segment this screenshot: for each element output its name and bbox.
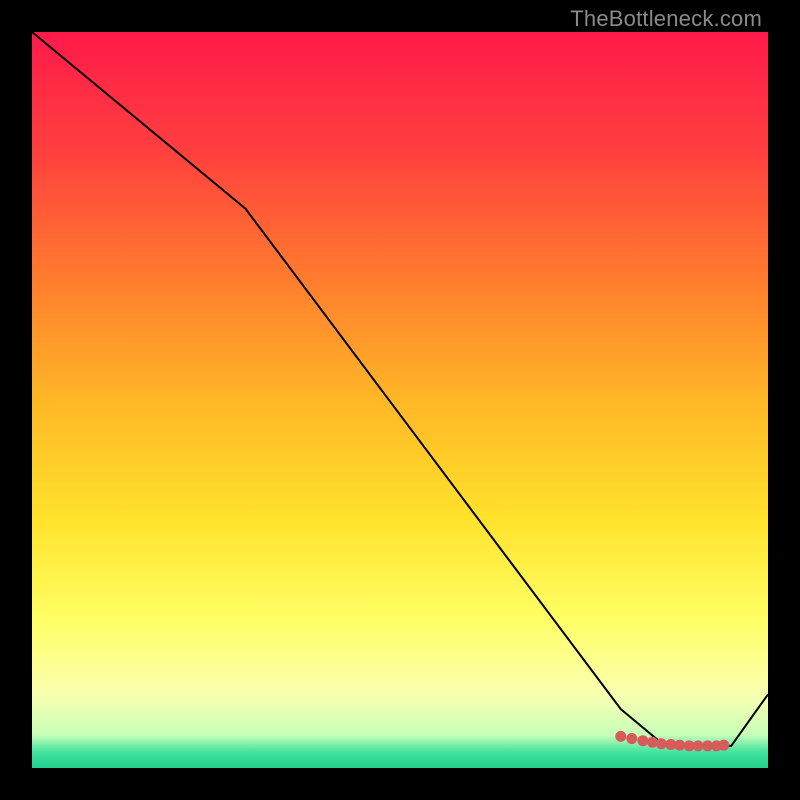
watermark-text: TheBottleneck.com [570,6,762,32]
chart-frame [32,32,768,768]
chart-background [32,32,768,768]
marker-dot [674,740,685,751]
marker-dot [718,740,729,751]
marker-dot [637,735,648,746]
bottleneck-chart [32,32,768,768]
marker-dot [656,738,667,749]
marker-dot [615,731,626,742]
marker-dot [626,733,637,744]
marker-dot [693,740,704,751]
